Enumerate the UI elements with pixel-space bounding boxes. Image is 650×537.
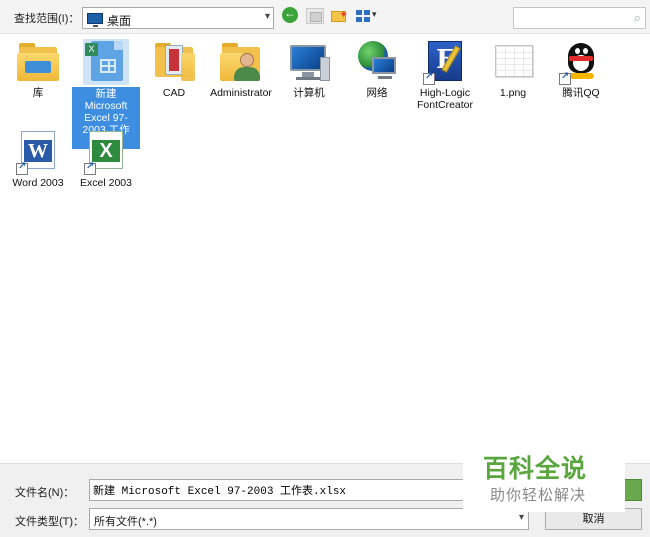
filetype-value: 所有文件(*.*) <box>94 516 157 528</box>
file-item-computer[interactable]: 计算机 <box>275 39 343 99</box>
file-item-label: Administrator <box>210 87 272 99</box>
fontcreator-shortcut-icon: F <box>422 39 468 85</box>
look-in-label: 查找范围(I)： <box>14 13 80 25</box>
filename-label: 文件名(N)： <box>15 487 75 499</box>
file-item-label: High-Logic FontCreator <box>416 87 474 111</box>
chevron-down-icon: ▾ <box>518 512 524 523</box>
network-icon <box>354 39 400 85</box>
excel-file-icon: X <box>83 39 129 85</box>
look-in-value: 桌面 <box>107 14 132 28</box>
chevron-down-icon: ▾ <box>264 11 270 22</box>
png-file-icon <box>490 39 536 85</box>
file-item-label: Word 2003 <box>12 177 64 189</box>
file-item-label: 腾讯QQ <box>562 87 600 99</box>
qq-shortcut-icon <box>558 39 604 85</box>
file-item-label: Excel 2003 <box>80 177 132 189</box>
search-input[interactable] <box>517 10 625 26</box>
folder-icon <box>151 39 197 85</box>
file-list: 库 X 新建 Microsoft Excel 97-2003 工作表.xlsx … <box>0 35 650 463</box>
file-item-fontcreator[interactable]: F High-Logic FontCreator <box>411 39 479 111</box>
back-button[interactable] <box>282 6 298 23</box>
search-icon[interactable]: ⌕ <box>634 10 641 26</box>
watermark: 百科全说 助你轻松解决 <box>463 446 625 512</box>
file-item-label: 网络 <box>366 87 388 99</box>
file-item-excel2003[interactable]: X Excel 2003 <box>72 129 140 189</box>
file-item-word2003[interactable]: W Word 2003 <box>4 129 72 189</box>
word-shortcut-icon: W <box>15 129 61 175</box>
grid-view-icon <box>356 10 370 22</box>
watermark-title: 百科全说 <box>483 454 588 483</box>
library-folder-icon <box>15 39 61 85</box>
toolbar: 查找范围(I)： 桌面 ▾ ✦ ▾ ⌕ <box>0 0 650 34</box>
desktop-icon <box>87 13 103 27</box>
file-item-label: 计算机 <box>293 87 325 99</box>
file-item-label: 1.png <box>499 87 527 99</box>
new-folder-button[interactable]: ✦ <box>331 8 349 24</box>
shortcut-arrow-icon <box>16 161 28 175</box>
file-item-network[interactable]: 网络 <box>343 39 411 99</box>
file-item-cad[interactable]: CAD <box>140 39 208 99</box>
chevron-down-icon: ▾ <box>372 9 377 19</box>
view-menu-button[interactable]: ▾ <box>356 8 382 24</box>
up-one-level-button[interactable] <box>306 8 324 24</box>
filetype-label: 文件类型(T)： <box>15 516 85 528</box>
file-item-library[interactable]: 库 <box>4 39 72 99</box>
file-item-label: 库 <box>32 87 44 99</box>
shortcut-arrow-icon <box>423 71 435 85</box>
file-item-qq[interactable]: 腾讯QQ <box>547 39 615 99</box>
shortcut-arrow-icon <box>84 161 96 175</box>
excel-shortcut-icon: X <box>83 129 129 175</box>
watermark-subtitle: 助你轻松解决 <box>490 486 587 504</box>
file-item-png[interactable]: 1.png <box>479 39 547 99</box>
file-item-administrator[interactable]: Administrator <box>207 39 275 99</box>
user-folder-icon <box>218 39 264 85</box>
shortcut-arrow-icon <box>559 71 571 85</box>
search-box[interactable]: ⌕ <box>513 7 646 29</box>
file-item-label: CAD <box>162 87 186 99</box>
look-in-dropdown[interactable]: 桌面 ▾ <box>82 7 274 29</box>
sparkle-icon: ✦ <box>339 9 349 21</box>
computer-icon <box>286 39 332 85</box>
